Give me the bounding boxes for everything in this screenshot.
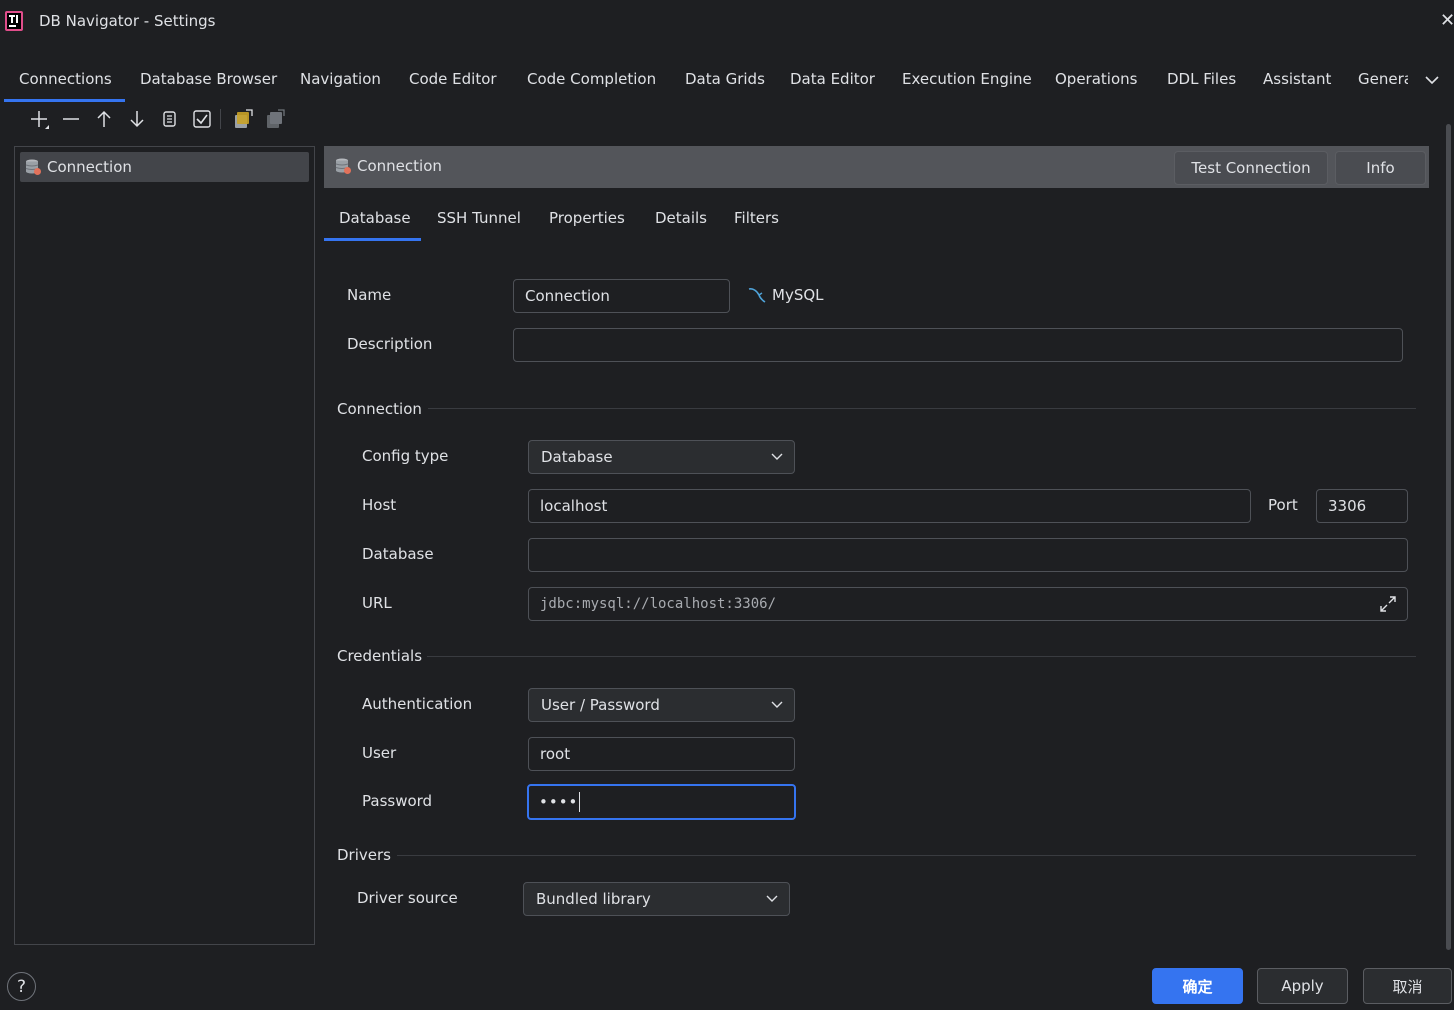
description-field[interactable] [513,328,1403,362]
driver-source-value: Bundled library [536,890,651,908]
tab-connections[interactable]: Connections [19,70,112,88]
mysql-icon [748,288,766,303]
close-icon[interactable]: ✕ [1440,10,1454,32]
tab-operations[interactable]: Operations [1055,70,1137,88]
info-button[interactable]: Info [1335,151,1426,185]
tab-code-completion[interactable]: Code Completion [527,70,656,88]
move-up-icon[interactable] [93,108,115,130]
authentication-label: Authentication [362,695,473,713]
chevron-down-icon [771,453,783,460]
toolbar-separator [220,109,221,129]
app-logo-icon [5,11,23,31]
test-connection-button[interactable]: Test Connection [1174,151,1328,185]
chevron-down-icon [771,701,783,708]
chevron-down-icon[interactable] [1424,72,1440,88]
user-label: User [362,744,397,762]
expand-icon[interactable] [1378,594,1398,614]
tab-details[interactable]: Details [655,209,707,227]
driver-source-select[interactable]: Bundled library [523,882,790,916]
section-divider [427,656,1416,657]
tab-navigation[interactable]: Navigation [300,70,381,88]
authentication-select[interactable]: User / Password [528,688,795,722]
password-field[interactable]: •••• [527,784,796,820]
move-down-icon[interactable] [126,108,148,130]
tab-ddl-files[interactable]: DDL Files [1167,70,1236,88]
apply-button[interactable]: Apply [1257,968,1348,1004]
user-field[interactable]: root [528,737,795,771]
connection-section-title: Connection [337,400,422,418]
name-field[interactable]: Connection [513,279,730,313]
database-field[interactable] [528,538,1408,572]
tab-ssh-tunnel[interactable]: SSH Tunnel [437,209,521,227]
database-icon [25,159,41,175]
add-icon[interactable] [28,108,50,130]
tab-assistant[interactable]: Assistant [1263,70,1331,88]
list-item-label: Connection [47,158,132,176]
database-icon [335,158,351,174]
tab-filters[interactable]: Filters [734,209,779,227]
text-cursor [579,792,581,812]
remove-icon[interactable] [60,108,82,130]
tab-database[interactable]: Database [339,209,411,227]
tab-data-grids[interactable]: Data Grids [685,70,765,88]
password-value: •••• [539,793,579,811]
host-field[interactable]: localhost [528,489,1251,523]
db-type-label: MySQL [772,286,824,304]
port-label: Port [1268,496,1298,514]
active-tab-indicator [4,99,125,102]
tab-database-browser[interactable]: Database Browser [140,70,277,88]
port-field[interactable]: 3306 [1316,489,1408,523]
database-label: Database [362,545,434,563]
cancel-button[interactable]: 取消 [1363,968,1452,1004]
help-button[interactable]: ? [7,972,36,1001]
drivers-section-title: Drivers [337,846,391,864]
password-label: Password [362,792,433,810]
url-field[interactable]: jdbc:mysql://localhost:3306/ [528,587,1408,621]
tab-properties[interactable]: Properties [549,209,625,227]
export-icon[interactable] [264,108,286,130]
connections-list [14,146,315,945]
copy-icon[interactable] [158,108,180,130]
tab-execution-engine[interactable]: Execution Engine [902,70,1032,88]
config-type-label: Config type [362,447,449,465]
connection-header-title: Connection [357,157,442,175]
authentication-value: User / Password [541,696,660,714]
url-label: URL [362,594,392,612]
section-divider [397,855,1416,856]
checkbox-icon[interactable] [191,108,213,130]
active-inner-tab-indicator [324,238,421,241]
driver-source-label: Driver source [357,889,458,907]
description-label: Description [347,335,433,353]
config-type-select[interactable]: Database [528,440,795,474]
name-label: Name [347,286,392,304]
ok-button[interactable]: 确定 [1152,968,1243,1004]
host-label: Host [362,496,397,514]
vertical-scrollbar[interactable] [1446,124,1451,950]
config-type-value: Database [541,448,613,466]
tab-code-editor[interactable]: Code Editor [409,70,497,88]
import-icon[interactable] [232,108,254,130]
chevron-down-icon [766,895,778,902]
tab-data-editor[interactable]: Data Editor [790,70,875,88]
window-title: DB Navigator - Settings [39,12,216,30]
section-divider [428,408,1416,409]
tab-general[interactable]: Genera [1358,70,1408,88]
url-value: jdbc:mysql://localhost:3306/ [540,596,777,612]
credentials-section-title: Credentials [337,647,423,665]
